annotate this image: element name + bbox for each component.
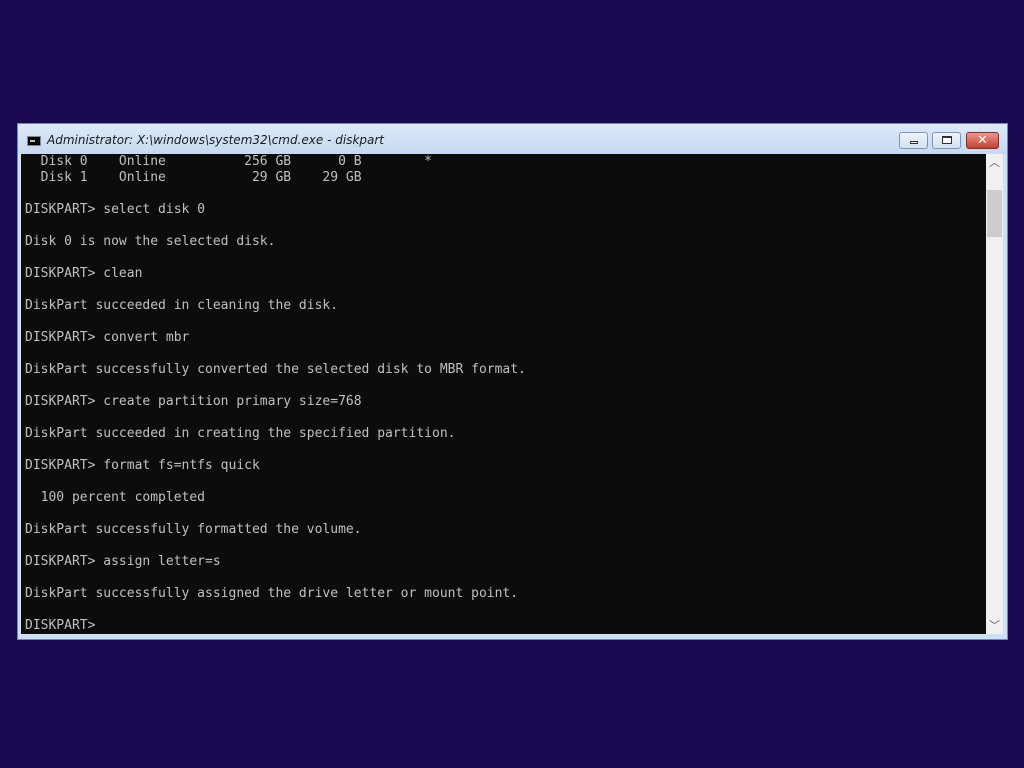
console-line: DiskPart successfully converted the sele… [25,362,526,377]
maximize-button[interactable] [932,132,961,149]
chevron-down-icon: ﹀ [989,619,1000,632]
scroll-up-button[interactable]: ︿ [986,154,1003,171]
close-button[interactable]: ✕ [966,132,999,149]
console-line: DISKPART> create partition primary size=… [25,394,362,409]
console-line: DISKPART> select disk 0 [25,202,206,217]
console-line: DISKPART> assign letter=s [25,554,221,569]
console-line: 100 percent completed [25,490,206,505]
console-output[interactable]: Disk 0 Online 256 GB 0 B * Disk 1 Online… [21,154,986,634]
minimize-icon [910,141,918,144]
console-line: DISKPART> clean [25,266,143,281]
maximize-icon [942,136,952,144]
cmd-icon [27,136,41,146]
window-title: Administrator: X:\windows\system32\cmd.e… [47,133,385,147]
console-text: Disk 0 Online 256 GB 0 B * Disk 1 Online… [25,154,526,634]
console-line: DISKPART> convert mbr [25,330,190,345]
chevron-up-icon: ︿ [989,156,1000,169]
desktop-background: Administrator: X:\windows\system32\cmd.e… [0,0,1024,768]
console-line: DiskPart successfully assigned the drive… [25,586,519,601]
console-line: Disk 0 Online 256 GB 0 B * [25,154,432,169]
console-line: Disk 1 Online 29 GB 29 GB [25,170,362,185]
cmd-window[interactable]: Administrator: X:\windows\system32\cmd.e… [17,123,1008,640]
console-line: DiskPart successfully formatted the volu… [25,522,362,537]
console-line: DISKPART> format fs=ntfs quick [25,458,260,473]
console-line: Disk 0 is now the selected disk. [25,234,276,249]
close-icon: ✕ [977,133,988,148]
vertical-scrollbar[interactable]: ︿ ﹀ [986,154,1003,634]
console-line: DiskPart succeeded in cleaning the disk. [25,298,339,313]
title-bar[interactable]: Administrator: X:\windows\system32\cmd.e… [18,124,1007,154]
minimize-button[interactable] [899,132,928,149]
scroll-thumb[interactable] [987,190,1002,237]
scroll-down-button[interactable]: ﹀ [986,617,1003,634]
console-line: DISKPART> [25,618,104,633]
console-line: DiskPart succeeded in creating the speci… [25,426,456,441]
